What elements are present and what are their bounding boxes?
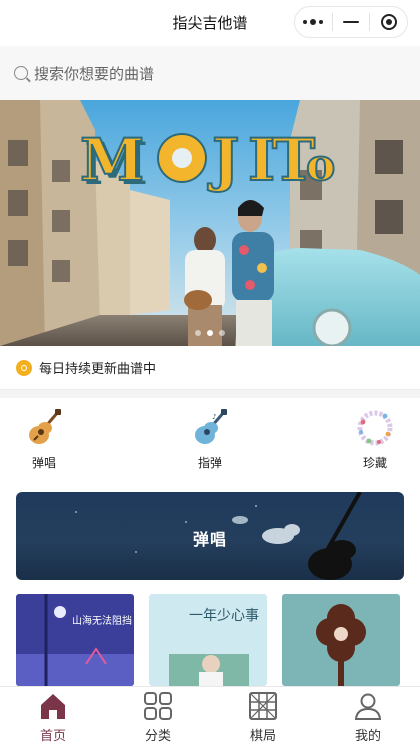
more-button[interactable] — [295, 7, 332, 37]
close-miniprogram-button[interactable] — [370, 7, 407, 37]
svg-text:M: M — [80, 126, 144, 194]
update-notice: 每日持续更新曲谱中 — [0, 346, 420, 390]
category-collection[interactable]: 珍藏 — [335, 408, 415, 471]
score-thumbnail-row: 山海无法阻挡 一年少心事 — [0, 590, 420, 686]
score-thumbnail[interactable]: 一年少心事 — [149, 594, 267, 686]
more-dots-icon — [303, 19, 324, 25]
score-thumbnail[interactable] — [282, 594, 400, 686]
svg-text:J: J — [207, 126, 239, 194]
tab-profile[interactable]: 我的 — [328, 691, 408, 744]
fingerstyle-guitar-icon: ♪ — [195, 409, 227, 444]
score-thumbnail[interactable]: 山海无法阻挡 — [16, 594, 134, 686]
flower-wreath-icon — [357, 410, 393, 446]
carousel-indicator — [195, 330, 225, 336]
banner-carousel[interactable]: M M J I T o — [0, 100, 420, 346]
thumbnail-image: 一年少心事 — [149, 594, 267, 686]
tab-chessboard[interactable]: 棋局 — [223, 691, 303, 744]
notice-text: 每日持续更新曲谱中 — [39, 362, 157, 377]
chessboard-icon — [249, 692, 277, 720]
category-row: 弹唱 ♪ 指弹 珍藏 — [0, 398, 420, 480]
thumbnail-image — [282, 594, 400, 686]
category-label: 弹唱 — [31, 456, 56, 470]
tab-categories[interactable]: 分类 — [118, 691, 198, 744]
search-input[interactable]: 搜索你想要的曲谱 — [0, 46, 420, 100]
thumbnail-caption: 一年少心事 — [189, 608, 259, 624]
search-icon — [14, 66, 28, 80]
user-icon — [354, 693, 382, 720]
mini-program-capsule — [294, 6, 408, 38]
tab-label: 我的 — [354, 729, 381, 744]
category-label: 珍藏 — [362, 456, 387, 470]
feature-card-strumming[interactable]: 弹唱 — [16, 492, 404, 580]
thumbnail-image: 山海无法阻挡 — [16, 594, 134, 686]
carousel-dot-active — [207, 330, 213, 336]
bottom-tab-bar: 首页 分类 棋局 我的 — [0, 686, 420, 746]
category-grid-icon — [144, 692, 172, 720]
thumbnail-caption: 山海无法阻挡 — [72, 614, 132, 627]
tab-label: 首页 — [39, 729, 66, 744]
search-placeholder: 搜索你想要的曲谱 — [34, 64, 155, 83]
carousel-dot — [219, 330, 225, 336]
target-circle-icon — [380, 14, 397, 30]
banner-image: M M J I T o — [0, 100, 420, 346]
feature-title: 弹唱 — [192, 530, 227, 549]
nav-bar: 指尖吉他谱 — [0, 0, 420, 46]
svg-text:o: o — [306, 140, 335, 191]
minus-icon — [343, 21, 359, 23]
carousel-dot — [195, 330, 201, 336]
category-label: 指弹 — [197, 456, 222, 470]
minimize-button[interactable] — [333, 7, 370, 37]
feature-section: 弹唱 — [0, 480, 420, 590]
tab-label: 棋局 — [249, 729, 276, 744]
svg-text:♪: ♪ — [212, 413, 216, 421]
coin-icon — [16, 359, 32, 376]
tab-home[interactable]: 首页 — [13, 691, 93, 744]
home-icon — [41, 694, 65, 719]
guitar-icon — [29, 409, 61, 444]
category-strumming[interactable]: 弹唱 — [4, 408, 84, 471]
tab-label: 分类 — [144, 729, 171, 744]
category-fingerstyle[interactable]: ♪ 指弹 — [170, 408, 250, 471]
